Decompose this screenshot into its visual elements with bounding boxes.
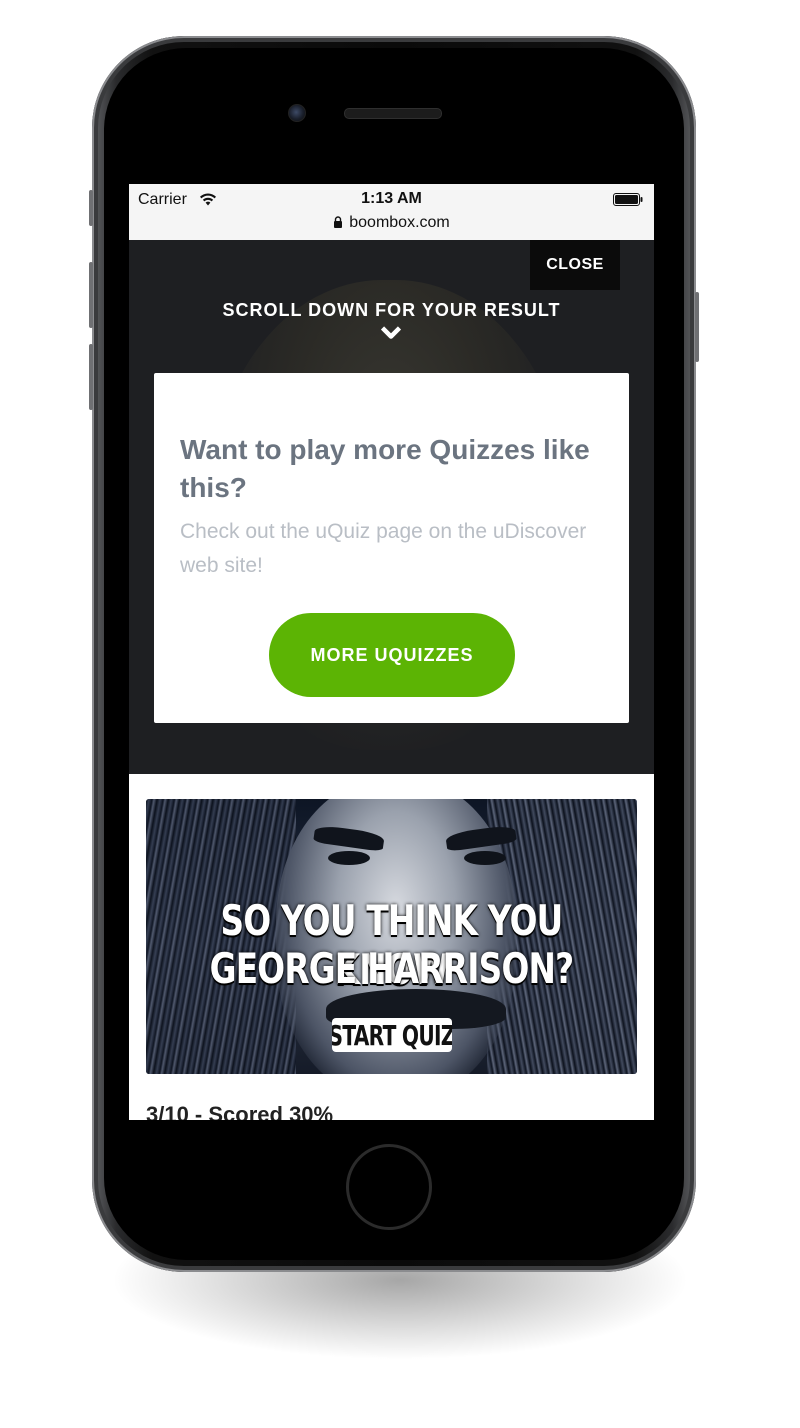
front-camera <box>288 104 306 122</box>
promo-title: Want to play more Quizzes like this? <box>180 434 590 503</box>
quiz-banner[interactable]: SO YOU THINK YOU KNOW GEORGE HARRISON? S… <box>146 799 637 1074</box>
lock-icon <box>334 216 343 228</box>
banner-image-eye <box>464 851 506 865</box>
volume-down-button <box>89 344 93 410</box>
start-quiz-label: START QUIZ <box>332 1018 452 1052</box>
earpiece-speaker <box>344 108 442 119</box>
more-uquizzes-button[interactable]: MORE UQUIZZES <box>269 613 515 697</box>
status-time: 1:13 AM <box>361 190 422 207</box>
phone-screen: Carrier 1:13 AM boombox.com CLOSE SCROLL… <box>129 184 654 1120</box>
promo-text: Check out the uQuiz page on the uDiscove… <box>180 520 587 577</box>
status-bar: Carrier 1:13 AM boombox.com <box>129 184 654 241</box>
banner-image-eye <box>328 851 370 865</box>
battery-icon <box>613 193 643 206</box>
home-button[interactable] <box>346 1144 432 1230</box>
power-button <box>695 292 699 362</box>
banner-headline-line2: GEORGE HARRISON? <box>209 944 575 993</box>
chevron-down-icon <box>381 326 401 339</box>
volume-up-button <box>89 262 93 328</box>
start-quiz-button[interactable]: START QUIZ <box>332 1018 452 1052</box>
result-hero: CLOSE SCROLL DOWN FOR YOUR RESULT Want t… <box>129 240 654 774</box>
address-bar[interactable]: boombox.com <box>129 214 654 232</box>
url-text: boombox.com <box>349 214 450 231</box>
scroll-hint: SCROLL DOWN FOR YOUR RESULT <box>222 300 561 320</box>
mute-switch <box>89 190 93 226</box>
promo-card: Want to play more Quizzes like this? Che… <box>154 373 629 723</box>
close-button[interactable]: CLOSE <box>530 240 620 290</box>
score-text: 3/10 - Scored 30% <box>146 1102 334 1120</box>
